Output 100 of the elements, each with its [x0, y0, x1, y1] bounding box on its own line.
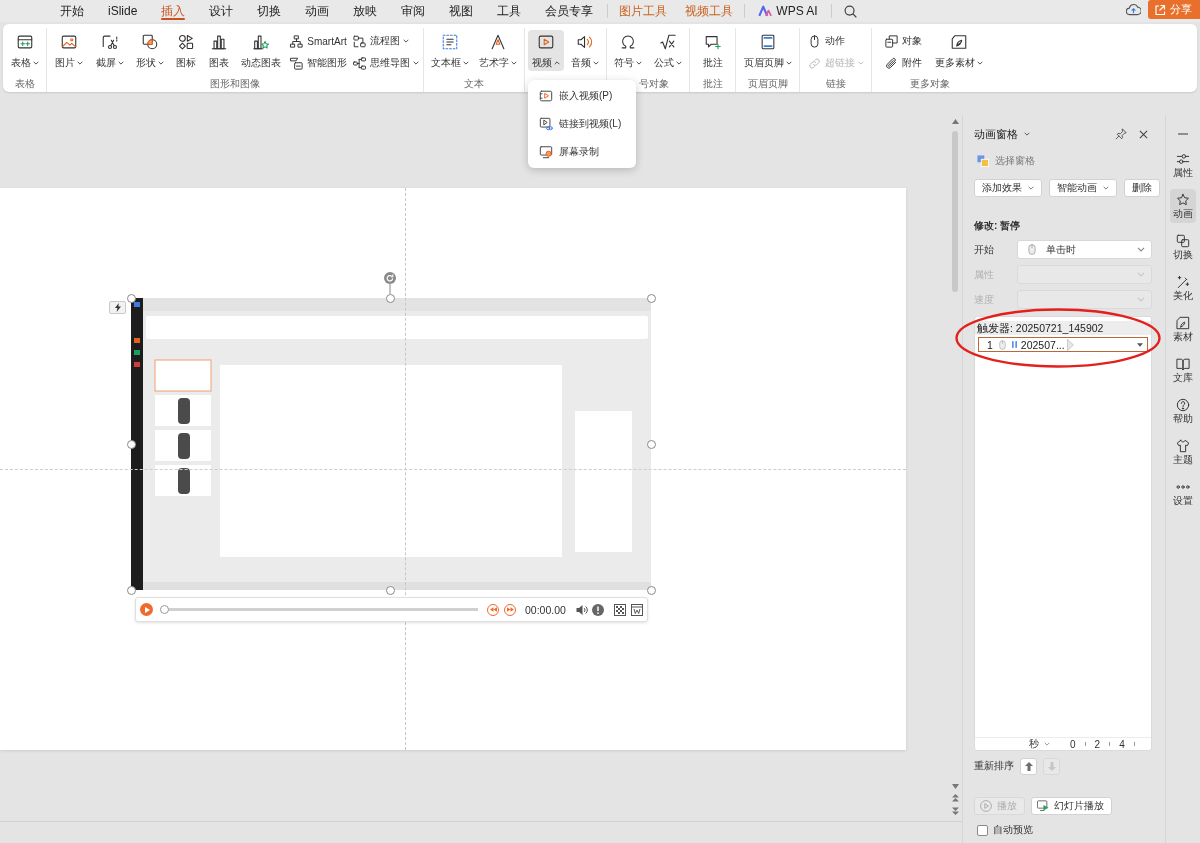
group-label: 更多对象: [910, 78, 950, 89]
resize-handle[interactable]: [385, 293, 395, 303]
ribbon-button[interactable]: 图片: [51, 30, 88, 71]
double-arrow-up-icon[interactable]: [951, 794, 959, 802]
side-tab[interactable]: 设置: [1170, 476, 1196, 510]
double-arrow-down-icon[interactable]: [951, 807, 959, 815]
menu-tab[interactable]: 会员专享: [533, 0, 606, 22]
menu-tab[interactable]: 工具: [485, 0, 534, 22]
resize-handle[interactable]: [126, 439, 136, 449]
menu-tab[interactable]: 动画: [293, 0, 342, 22]
window-icon[interactable]: [630, 603, 643, 616]
resize-handle[interactable]: [385, 585, 395, 595]
checkbox[interactable]: [977, 824, 988, 836]
side-tab[interactable]: 素材: [1170, 312, 1196, 346]
group-label: 表格: [14, 78, 35, 89]
ribbon-button[interactable]: 截屏: [91, 30, 128, 71]
setting-dropdown[interactable]: 单击时: [1017, 240, 1152, 259]
menu-tab[interactable]: 放映: [341, 0, 390, 22]
ribbon-button[interactable]: 音频: [567, 30, 603, 71]
scrollbar-thumb[interactable]: [952, 131, 958, 292]
caret-icon[interactable]: [1137, 342, 1143, 347]
ribbon-button[interactable]: 公式: [649, 30, 686, 71]
ribbon-button[interactable]: 视频: [528, 30, 564, 71]
ribbon-button[interactable]: 动作: [807, 31, 864, 51]
side-tab[interactable]: 动画: [1170, 189, 1196, 223]
side-tab[interactable]: 帮助: [1170, 394, 1196, 428]
rotate-handle[interactable]: [384, 272, 396, 294]
menu-tab[interactable]: 审阅: [389, 0, 438, 22]
action-button[interactable]: 智能动画: [1049, 179, 1117, 197]
search-icon[interactable]: [843, 4, 857, 18]
ribbon-button[interactable]: 页眉页脚: [739, 30, 796, 71]
play-button[interactable]: [140, 603, 153, 616]
hierarchy-icon: [289, 33, 305, 49]
resize-handle[interactable]: [126, 293, 136, 303]
menu-tab[interactable]: 插入: [149, 0, 198, 22]
slideshow-button[interactable]: 幻灯片播放: [1031, 797, 1112, 815]
side-tab[interactable]: 文库: [1170, 353, 1196, 387]
menu-tab[interactable]: 视图: [437, 0, 486, 22]
menu-item[interactable]: 链接到视频(L): [528, 110, 636, 138]
timeline-tick-label: 2: [1094, 738, 1101, 750]
select-pane-button[interactable]: 选择窗格: [974, 152, 1035, 170]
ai-tab[interactable]: WPS AI: [747, 0, 829, 22]
ribbon-button[interactable]: 表格: [6, 30, 43, 71]
resize-handle[interactable]: [646, 585, 656, 595]
ribbon-button[interactable]: 艺术字: [475, 30, 522, 71]
ribbon-button[interactable]: 符号: [610, 30, 647, 71]
modify-label: 修改: 暂停: [974, 219, 1021, 233]
progress-track[interactable]: [160, 605, 478, 614]
resize-handle[interactable]: [646, 439, 656, 449]
close-icon[interactable]: [1139, 129, 1148, 139]
grid-icon[interactable]: [613, 603, 626, 616]
arrow-down-icon[interactable]: [951, 784, 959, 789]
arrow-up-icon[interactable]: [951, 119, 959, 124]
menu-tab[interactable]: 切换: [245, 0, 294, 22]
share-icon: [1154, 3, 1166, 16]
screen-record-icon: [539, 145, 553, 159]
menu-item[interactable]: 嵌入视频(P): [528, 82, 636, 110]
cloud-upload-icon[interactable]: [1126, 3, 1141, 16]
exclamation-icon[interactable]: [591, 603, 604, 616]
timeline-unit[interactable]: 秒: [1029, 737, 1039, 751]
chart-star-icon: [251, 33, 270, 51]
ribbon-button[interactable]: 批注: [698, 30, 727, 71]
book-icon: [1176, 357, 1190, 371]
bar-chart-icon: [209, 33, 228, 51]
resize-handle[interactable]: [126, 585, 136, 595]
ribbon-button[interactable]: 思维导图: [351, 53, 419, 73]
lightning-icon: [114, 303, 121, 312]
menu-tab[interactable]: 开始: [48, 0, 96, 22]
speaker-icon[interactable]: [575, 603, 588, 616]
side-tab[interactable]: 美化: [1170, 271, 1196, 305]
menu-tab[interactable]: 设计: [197, 0, 246, 22]
side-tab[interactable]: 属性: [1170, 148, 1196, 182]
move-up-button[interactable]: [1020, 757, 1037, 775]
side-tab[interactable]: 主题: [1170, 435, 1196, 469]
side-tab[interactable]: 切换: [1170, 230, 1196, 264]
progress-thumb[interactable]: [160, 605, 169, 614]
ribbon-button[interactable]: 流程图: [351, 31, 419, 51]
smart-shape-icon: [289, 55, 305, 71]
menu-tab[interactable]: iSlide: [96, 0, 150, 22]
video-link-icon: [539, 117, 553, 131]
ribbon-button[interactable]: 文本框: [426, 30, 473, 71]
menu-item[interactable]: 屏幕录制: [528, 138, 636, 166]
ribbon-button[interactable]: 图表: [204, 30, 233, 71]
pin-icon[interactable]: [1115, 128, 1127, 140]
ribbon-button[interactable]: 图标: [172, 30, 201, 71]
ribbon-button[interactable]: 形状: [132, 30, 168, 71]
ribbon-button[interactable]: 对象: [884, 31, 922, 51]
lightning-button[interactable]: [109, 301, 126, 314]
action-button[interactable]: 删除: [1124, 179, 1160, 197]
group-label: 链接: [825, 78, 846, 89]
ribbon-button[interactable]: 附件: [884, 53, 922, 73]
resize-handle[interactable]: [646, 293, 656, 303]
animation-item[interactable]: 1 202507...: [978, 337, 1148, 352]
ribbon-button[interactable]: 更多素材: [931, 30, 987, 71]
pane-title-button[interactable]: 动画窗格: [974, 126, 1030, 142]
action-button[interactable]: 添加效果: [974, 179, 1042, 197]
ribbon-button[interactable]: SmartArt: [289, 31, 348, 51]
ribbon-button[interactable]: 动态图表: [236, 30, 285, 71]
ribbon-button[interactable]: 智能图形: [289, 53, 348, 73]
video-file-icon: [539, 89, 553, 103]
